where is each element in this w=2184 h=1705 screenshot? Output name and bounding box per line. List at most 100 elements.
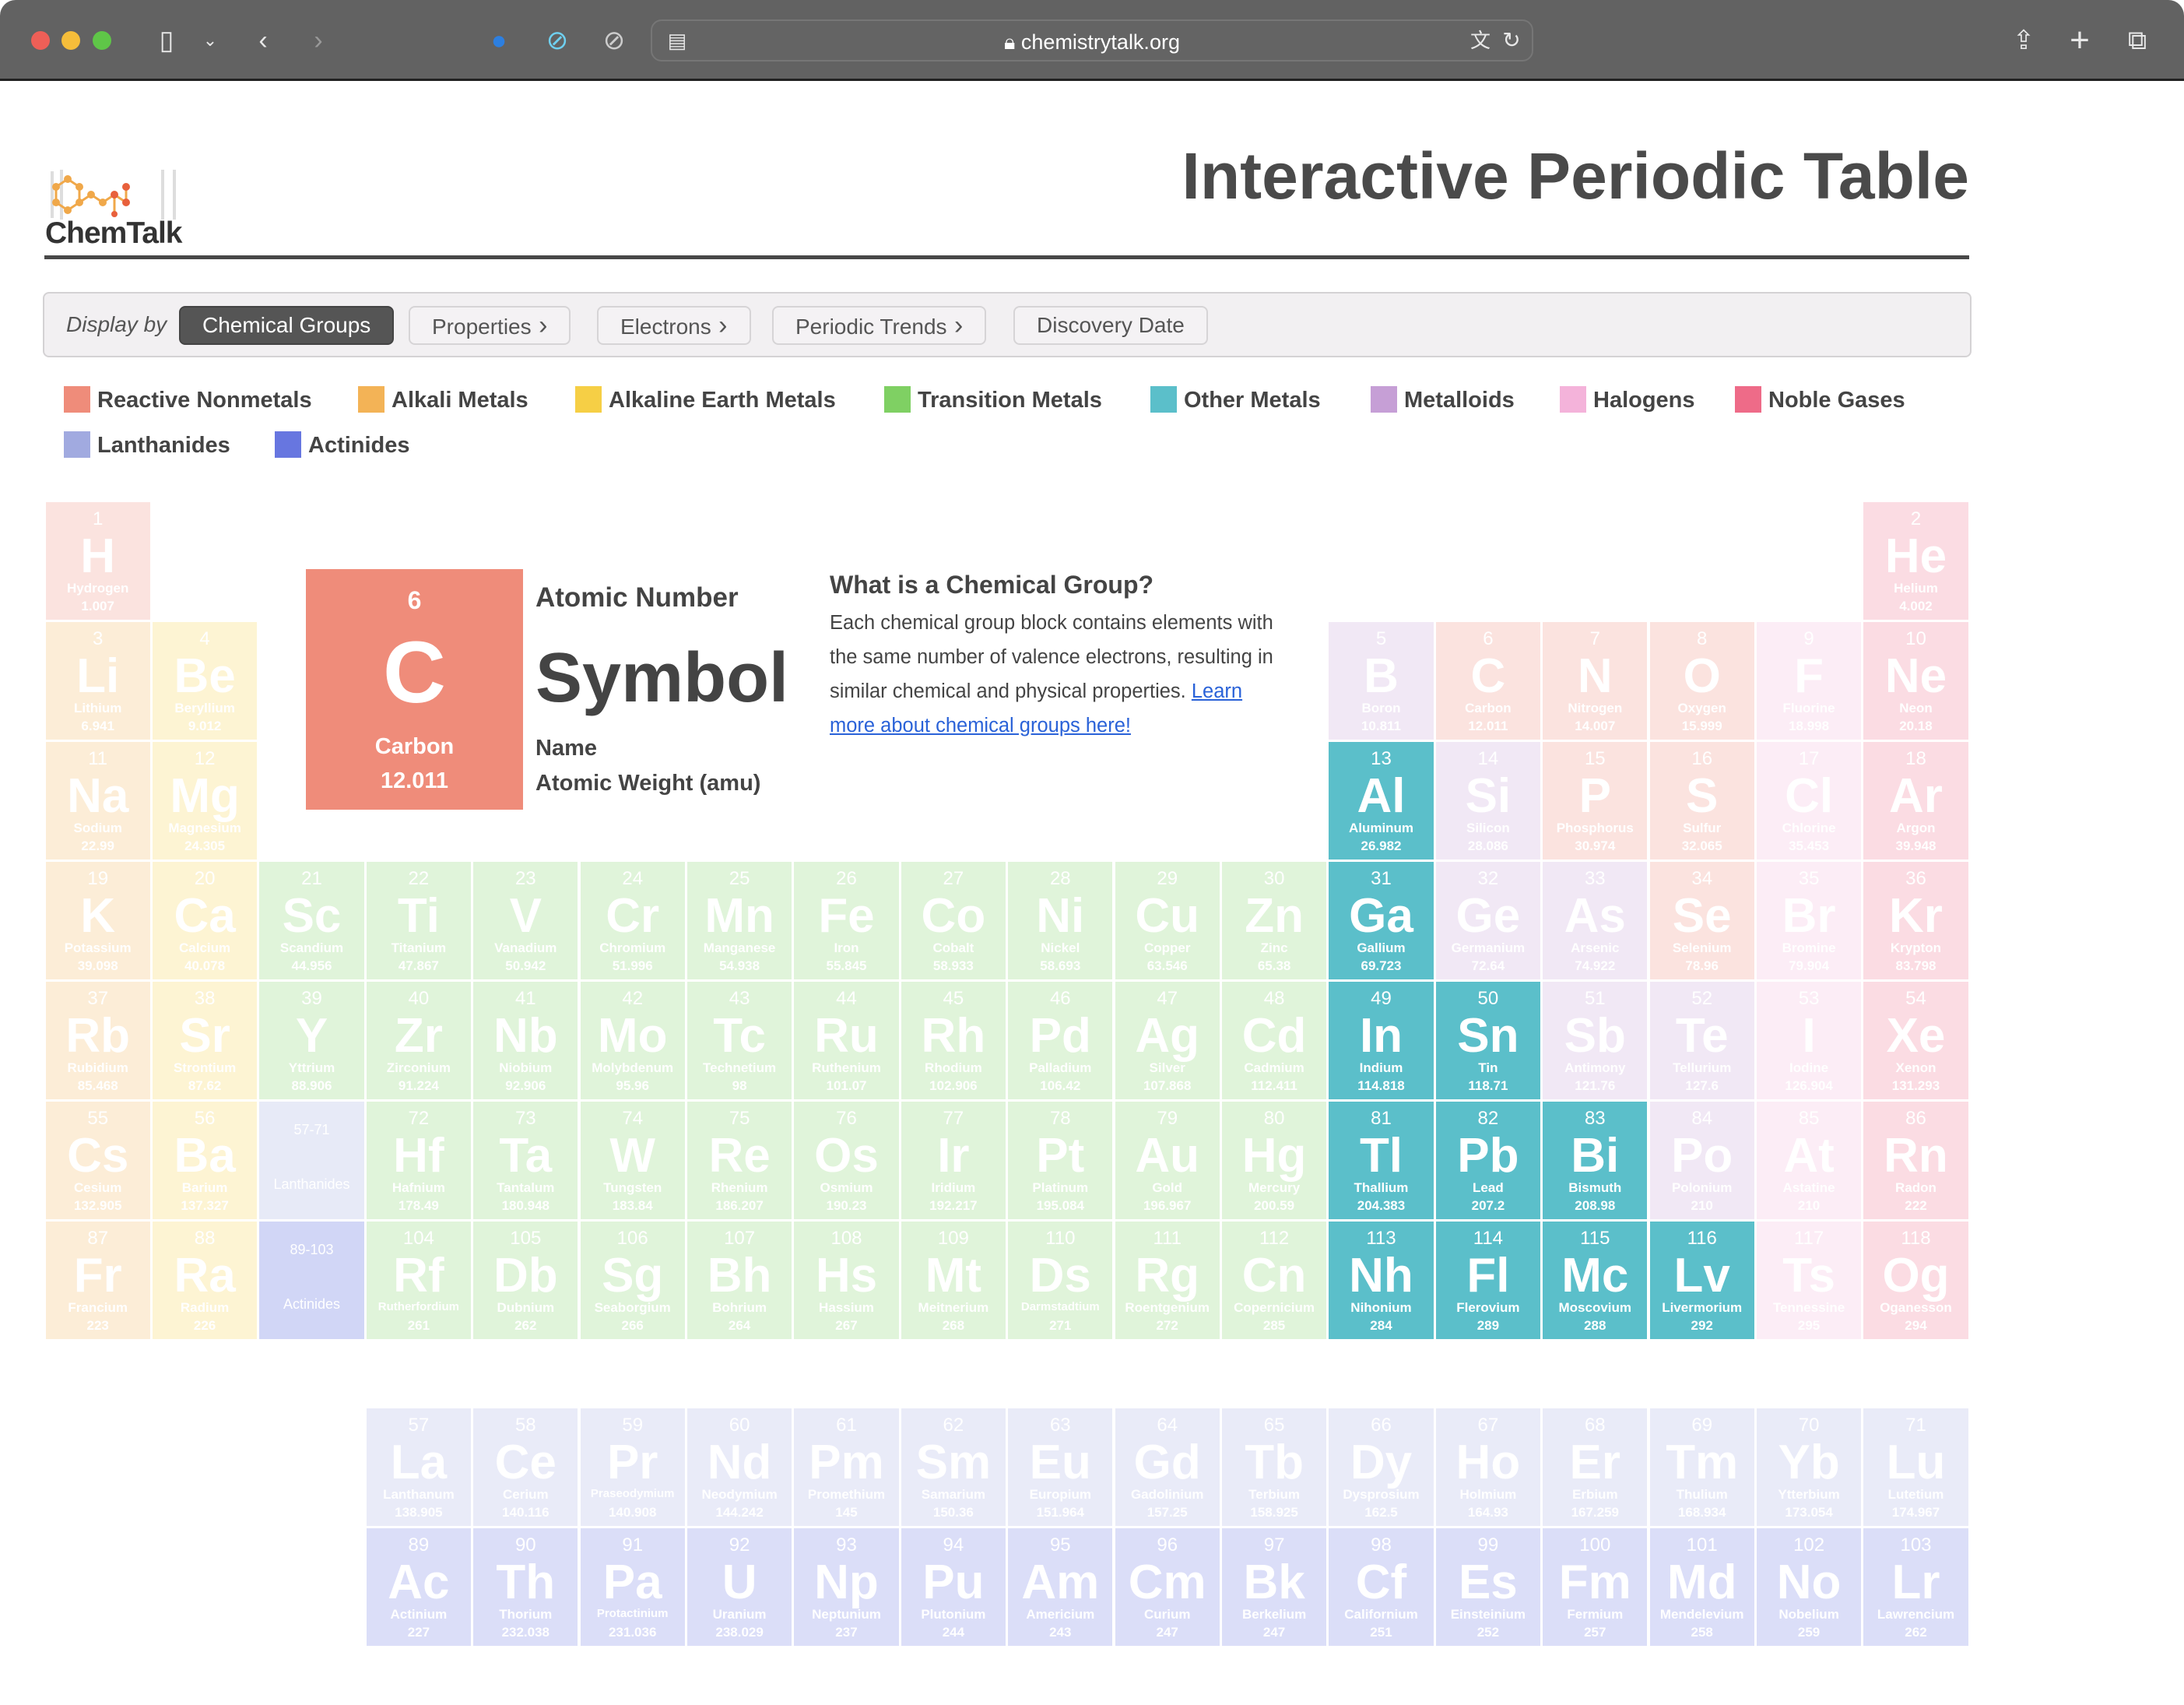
element-cell-rh[interactable]: 45 Rh Rhodium 102.906: [901, 981, 1006, 1099]
element-cell-mn[interactable]: 25 Mn Manganese 54.938: [686, 861, 792, 979]
element-cell-fm[interactable]: 100 Fm Fermium 257: [1543, 1527, 1648, 1646]
disabled-extension-icon[interactable]: ⊘: [595, 22, 633, 59]
element-cell-rn[interactable]: 86 Rn Radon 222: [1863, 1101, 1968, 1219]
element-cell-es[interactable]: 99 Es Einsteinium 252: [1435, 1527, 1541, 1646]
element-cell-am[interactable]: 95 Am Americium 243: [1008, 1527, 1113, 1646]
element-cell-fe[interactable]: 26 Fe Iron 55.845: [794, 861, 899, 979]
legend-item-am[interactable]: Alkali Metals: [358, 385, 528, 414]
element-cell-db[interactable]: 105 Db Dubnium 262: [473, 1221, 578, 1339]
element-cell-hg[interactable]: 80 Hg Mercury 200.59: [1221, 1101, 1327, 1219]
minimize-window-button[interactable]: [61, 31, 80, 50]
placeholder-actinides[interactable]: 89-103 Actinides: [259, 1221, 364, 1339]
display-periodic-trends-button[interactable]: Periodic Trends ›: [772, 306, 987, 345]
element-cell-pm[interactable]: 61 Pm Promethium 145: [794, 1408, 899, 1526]
element-cell-ca[interactable]: 20 Ca Calcium 40.078: [152, 861, 258, 979]
element-cell-md[interactable]: 101 Md Mendelevium 258: [1649, 1527, 1754, 1646]
display-discovery-date-button[interactable]: Discovery Date: [1013, 306, 1208, 345]
element-cell-sc[interactable]: 21 Sc Scandium 44.956: [259, 861, 364, 979]
element-cell-nb[interactable]: 41 Nb Niobium 92.906: [473, 981, 578, 1099]
display-chemical-groups-button[interactable]: Chemical Groups: [179, 306, 395, 345]
placeholder-lanthanides[interactable]: 57-71 Lanthanides: [259, 1101, 364, 1219]
element-cell-cd[interactable]: 48 Cd Cadmium 112.411: [1221, 981, 1327, 1099]
element-cell-y[interactable]: 39 Y Yttrium 88.906: [259, 981, 364, 1099]
element-cell-zr[interactable]: 40 Zr Zirconium 91.224: [366, 981, 472, 1099]
element-cell-kr[interactable]: 36 Kr Krypton 83.798: [1863, 861, 1968, 979]
element-cell-ds[interactable]: 110 Ds Darmstadtium 271: [1008, 1221, 1113, 1339]
element-cell-er[interactable]: 68 Er Erbium 167.259: [1543, 1408, 1648, 1526]
element-cell-no[interactable]: 102 No Nobelium 259: [1756, 1527, 1862, 1646]
reload-icon[interactable]: ↻: [1493, 21, 1530, 60]
blocker-extension-icon[interactable]: ⊘: [539, 22, 576, 59]
element-cell-lr[interactable]: 103 Lr Lawrencium 262: [1863, 1527, 1968, 1646]
element-cell-nh[interactable]: 113 Nh Nihonium 284: [1329, 1221, 1434, 1339]
element-cell-s[interactable]: 16 S Sulfur 32.065: [1649, 741, 1754, 860]
element-cell-ac[interactable]: 89 Ac Actinium 227: [366, 1527, 472, 1646]
close-window-button[interactable]: [31, 31, 50, 50]
element-cell-pa[interactable]: 91 Pa Protactinium 231.036: [580, 1527, 685, 1646]
element-cell-p[interactable]: 15 P Phosphorus 30.974: [1543, 741, 1648, 860]
element-cell-ba[interactable]: 56 Ba Barium 137.327: [152, 1101, 258, 1219]
element-cell-tb[interactable]: 65 Tb Terbium 158.925: [1221, 1408, 1327, 1526]
element-cell-pt[interactable]: 78 Pt Platinum 195.084: [1008, 1101, 1113, 1219]
element-cell-rb[interactable]: 37 Rb Rubidium 85.468: [45, 981, 150, 1099]
element-cell-ce[interactable]: 58 Ce Cerium 140.116: [473, 1408, 578, 1526]
element-cell-in[interactable]: 49 In Indium 114.818: [1329, 981, 1434, 1099]
hand-extension-icon[interactable]: ●: [480, 22, 518, 59]
forward-icon[interactable]: ›: [300, 22, 337, 59]
element-cell-re[interactable]: 75 Re Rhenium 186.207: [686, 1101, 792, 1219]
display-properties-button[interactable]: Properties ›: [409, 306, 571, 345]
sidebar-icon[interactable]: ▯: [148, 22, 185, 59]
element-cell-lu[interactable]: 71 Lu Lutetium 174.967: [1863, 1408, 1968, 1526]
element-cell-se[interactable]: 34 Se Selenium 78.96: [1649, 861, 1754, 979]
element-cell-pd[interactable]: 46 Pd Palladium 106.42: [1008, 981, 1113, 1099]
element-cell-ga[interactable]: 31 Ga Gallium 69.723: [1329, 861, 1434, 979]
legend-item-ha[interactable]: Halogens: [1560, 385, 1695, 414]
element-cell-eu[interactable]: 63 Eu Europium 151.964: [1008, 1408, 1113, 1526]
element-cell-br[interactable]: 35 Br Bromine 79.904: [1756, 861, 1862, 979]
element-cell-ho[interactable]: 67 Ho Holmium 164.93: [1435, 1408, 1541, 1526]
element-cell-ar[interactable]: 18 Ar Argon 39.948: [1863, 741, 1968, 860]
element-cell-si[interactable]: 14 Si Silicon 28.086: [1435, 741, 1541, 860]
element-cell-tc[interactable]: 43 Tc Technetium 98: [686, 981, 792, 1099]
element-cell-i[interactable]: 53 I Iodine 126.904: [1756, 981, 1862, 1099]
element-cell-pb[interactable]: 82 Pb Lead 207.2: [1435, 1101, 1541, 1219]
element-cell-n[interactable]: 7 N Nitrogen 14.007: [1543, 621, 1648, 740]
element-cell-al[interactable]: 13 Al Aluminum 26.982: [1329, 741, 1434, 860]
element-cell-po[interactable]: 84 Po Polonium 210: [1649, 1101, 1754, 1219]
element-cell-mg[interactable]: 12 Mg Magnesium 24.305: [152, 741, 258, 860]
element-cell-lv[interactable]: 116 Lv Livermorium 292: [1649, 1221, 1754, 1339]
element-cell-cs[interactable]: 55 Cs Cesium 132.905: [45, 1101, 150, 1219]
element-cell-rf[interactable]: 104 Rf Rutherfordium 261: [366, 1221, 472, 1339]
element-cell-bk[interactable]: 97 Bk Berkelium 247: [1221, 1527, 1327, 1646]
element-cell-ti[interactable]: 22 Ti Titanium 47.867: [366, 861, 472, 979]
element-cell-cf[interactable]: 98 Cf Californium 251: [1329, 1527, 1434, 1646]
legend-item-ac[interactable]: Actinides: [275, 431, 410, 459]
share-icon[interactable]: ⇪: [2005, 22, 2042, 59]
element-cell-la[interactable]: 57 La Lanthanum 138.905: [366, 1408, 472, 1526]
element-cell-tl[interactable]: 81 Tl Thallium 204.383: [1329, 1101, 1434, 1219]
legend-item-la[interactable]: Lanthanides: [64, 431, 230, 459]
element-cell-np[interactable]: 93 Np Neptunium 237: [794, 1527, 899, 1646]
element-cell-au[interactable]: 79 Au Gold 196.967: [1115, 1101, 1220, 1219]
element-cell-ra[interactable]: 88 Ra Radium 226: [152, 1221, 258, 1339]
element-cell-rg[interactable]: 111 Rg Roentgenium 272: [1115, 1221, 1220, 1339]
element-cell-w[interactable]: 74 W Tungsten 183.84: [580, 1101, 685, 1219]
element-cell-as[interactable]: 33 As Arsenic 74.922: [1543, 861, 1648, 979]
zoom-window-button[interactable]: [93, 31, 111, 50]
element-cell-ni[interactable]: 28 Ni Nickel 58.693: [1008, 861, 1113, 979]
legend-item-md[interactable]: Metalloids: [1371, 385, 1515, 414]
element-cell-co[interactable]: 27 Co Cobalt 58.933: [901, 861, 1006, 979]
element-cell-be[interactable]: 4 Be Beryllium 9.012: [152, 621, 258, 740]
legend-item-ng[interactable]: Noble Gases: [1735, 385, 1905, 414]
element-cell-at[interactable]: 85 At Astatine 210: [1756, 1101, 1862, 1219]
element-cell-cr[interactable]: 24 Cr Chromium 51.996: [580, 861, 685, 979]
element-cell-sb[interactable]: 51 Sb Antimony 121.76: [1543, 981, 1648, 1099]
element-cell-ir[interactable]: 77 Ir Iridium 192.217: [901, 1101, 1006, 1219]
address-bar[interactable]: ▤ 🔒︎ chemistrytalk.org 文 ↻: [651, 19, 1533, 62]
element-cell-mc[interactable]: 115 Mc Moscovium 288: [1543, 1221, 1648, 1339]
tabs-overview-icon[interactable]: ⧉: [2119, 22, 2156, 59]
element-cell-ag[interactable]: 47 Ag Silver 107.868: [1115, 981, 1220, 1099]
element-cell-u[interactable]: 92 U Uranium 238.029: [686, 1527, 792, 1646]
element-cell-ts[interactable]: 117 Ts Tennessine 295: [1756, 1221, 1862, 1339]
element-cell-zn[interactable]: 30 Zn Zinc 65.38: [1221, 861, 1327, 979]
